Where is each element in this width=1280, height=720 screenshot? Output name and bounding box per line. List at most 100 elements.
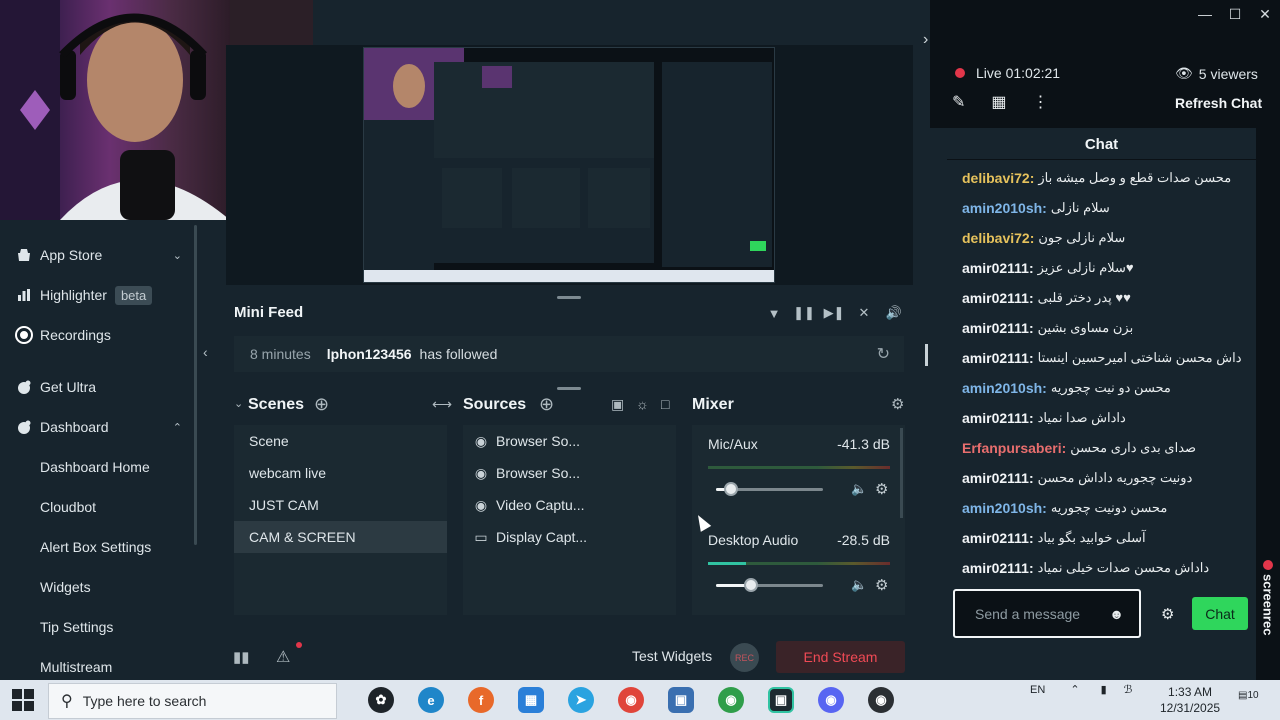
sidebar-item-dashboard[interactable]: Dashboard ⌃ [0,409,196,445]
chevron-up-icon[interactable]: ⌃ [173,421,182,434]
notification-icon[interactable]: ▤10 [1238,690,1259,710]
speaker-icon[interactable]: 🔈 [851,577,867,593]
chat-username[interactable]: amir02111: [962,470,1034,486]
app-icon[interactable]: ▣ [668,687,694,713]
chat-username[interactable]: Erfanpursaberi: [962,440,1066,456]
chat-username[interactable]: delibavi72: [962,170,1034,186]
close-icon[interactable]: ✕ [1250,4,1280,24]
chevron-up-icon[interactable]: ⌃ [1070,684,1079,696]
feed-user[interactable]: lphon123456 [327,346,412,362]
volume-slider[interactable] [716,482,823,496]
chat-username[interactable]: amir02111: [962,350,1034,366]
streamlabs-icon[interactable]: ▣ [768,687,794,713]
source-item[interactable]: ◉ Browser So... [463,425,676,457]
chat-username[interactable]: delibavi72: [962,230,1034,246]
edit-icon[interactable]: ✎ [952,92,965,112]
chrome-icon[interactable]: ◉ [618,687,644,713]
gear-icon[interactable]: ⚙ [891,395,904,413]
chatgpt-icon[interactable]: ✿ [368,687,394,713]
alert-icon[interactable]: ⚠ [276,647,290,667]
chat-username[interactable]: amir02111: [962,290,1034,306]
add-scene-icon[interactable]: ⊕ [314,394,329,415]
scene-item[interactable]: webcam live [234,457,447,489]
popout-icon[interactable]: ▦ [991,92,1006,112]
end-stream-button[interactable]: End Stream [776,641,905,673]
sidebar-item-recordings[interactable]: Recordings [0,317,196,353]
chat-username[interactable]: amin2010sh: [962,380,1047,396]
chat-username[interactable]: amin2010sh: [962,200,1047,216]
sidebar-scrollbar[interactable] [194,225,197,545]
stats-icon[interactable]: ▮▮ [233,648,250,666]
folder-icon[interactable]: □ [661,396,669,412]
sidebar-item-tip-settings[interactable]: Tip Settings [0,609,196,645]
language-indicator[interactable]: EN [1030,684,1045,696]
chat-username[interactable]: amin2010sh: [962,500,1047,516]
gear-icon[interactable]: ⚙ [875,576,888,594]
clock[interactable]: 1:33 AM 12/31/2025 [1160,684,1220,716]
chat-username[interactable]: amir02111: [962,320,1034,336]
source-item[interactable]: ◉ Browser So... [463,457,676,489]
volume-slider[interactable] [716,578,823,592]
chevron-right-icon[interactable]: › [923,31,928,49]
obs-icon[interactable]: ◉ [868,687,894,713]
store-icon [16,247,32,263]
minimize-icon[interactable]: — [1190,4,1220,24]
test-widgets-button[interactable]: Test Widgets [632,648,712,664]
scene-transition-icon[interactable]: ⟷ [432,396,452,413]
taskbar-search[interactable]: ⚲ Type here to search [48,683,337,719]
chrome-profile-icon[interactable]: ◉ [718,687,744,713]
replay-icon[interactable]: ↻ [877,344,890,364]
sidebar-item-label: Tip Settings [40,619,114,635]
source-group-icon[interactable]: ▣ [611,396,624,413]
edge-icon[interactable]: e [418,687,444,713]
chat-send-button[interactable]: Chat [1192,597,1248,630]
sidebar-item-dashboard-home[interactable]: Dashboard Home [0,449,196,485]
source-item[interactable]: ◉ Video Captu... [463,489,676,521]
sidebar-item-get-ultra[interactable]: Get Ultra [0,369,196,405]
chat-username[interactable]: amir02111: [962,260,1034,276]
emoji-icon[interactable]: ☻ [1109,606,1124,622]
share-icon[interactable]: ⋮ [1033,92,1049,112]
store-app-icon[interactable]: ▦ [518,687,544,713]
pause-icon[interactable]: ❚❚ [793,304,815,322]
collapse-left-icon[interactable]: ‹ [203,344,208,360]
skip-icon[interactable]: ▶❚ [824,304,845,322]
usb-icon[interactable]: ▮ [1101,684,1107,696]
telegram-icon[interactable]: ➤ [568,687,594,713]
feed-resize-handle[interactable] [557,387,581,390]
scene-item-active[interactable]: CAM & SCREEN [234,521,447,553]
scene-item[interactable]: JUST CAM [234,489,447,521]
mute-alerts-icon[interactable]: ✕ [856,304,872,322]
sidebar-item-alert-box-settings[interactable]: Alert Box Settings [0,529,196,565]
speaker-icon[interactable]: 🔈 [851,481,867,497]
feed-scrollbar[interactable] [925,344,928,366]
add-source-icon[interactable]: ⊕ [539,394,554,415]
bluetooth-icon[interactable]: ℬ [1124,684,1133,696]
mixer-scrollbar[interactable] [900,428,903,518]
chat-message-input[interactable]: Send a message ☻ [953,589,1141,638]
screenrec-widget[interactable]: screenrec [1256,560,1280,650]
refresh-chat-button[interactable]: Refresh Chat [1175,95,1262,111]
source-item[interactable]: ▭ Display Capt... [463,521,676,553]
preview-resize-handle[interactable] [557,296,581,299]
chevron-down-icon[interactable]: ⌄ [173,249,182,262]
scene-item[interactable]: Scene [234,425,447,457]
chat-username[interactable]: amir02111: [962,410,1034,426]
rec-button[interactable]: REC [730,643,759,672]
gear-icon[interactable]: ⚙ [875,480,888,498]
firefox-icon[interactable]: f [468,687,494,713]
chevron-down-icon[interactable]: ⌄ [234,397,243,410]
filter-icon[interactable]: ▼ [766,304,782,322]
gear-icon[interactable]: ⚙ [1161,605,1174,623]
volume-icon[interactable]: 🔊 [886,304,902,322]
chat-username[interactable]: amir02111: [962,560,1034,576]
sidebar-item-highlighter[interactable]: Highlighter beta [0,277,196,313]
maximize-icon[interactable]: ☐ [1220,4,1250,24]
sidebar-item-widgets[interactable]: Widgets [0,569,196,605]
discord-icon[interactable]: ◉ [818,687,844,713]
chat-username[interactable]: amir02111: [962,530,1034,546]
source-hide-icon[interactable]: ☼ [636,396,649,412]
windows-start-icon[interactable] [12,689,34,711]
sidebar-item-app-store[interactable]: App Store ⌄ [0,237,196,273]
sidebar-item-cloudbot[interactable]: Cloudbot [0,489,196,525]
